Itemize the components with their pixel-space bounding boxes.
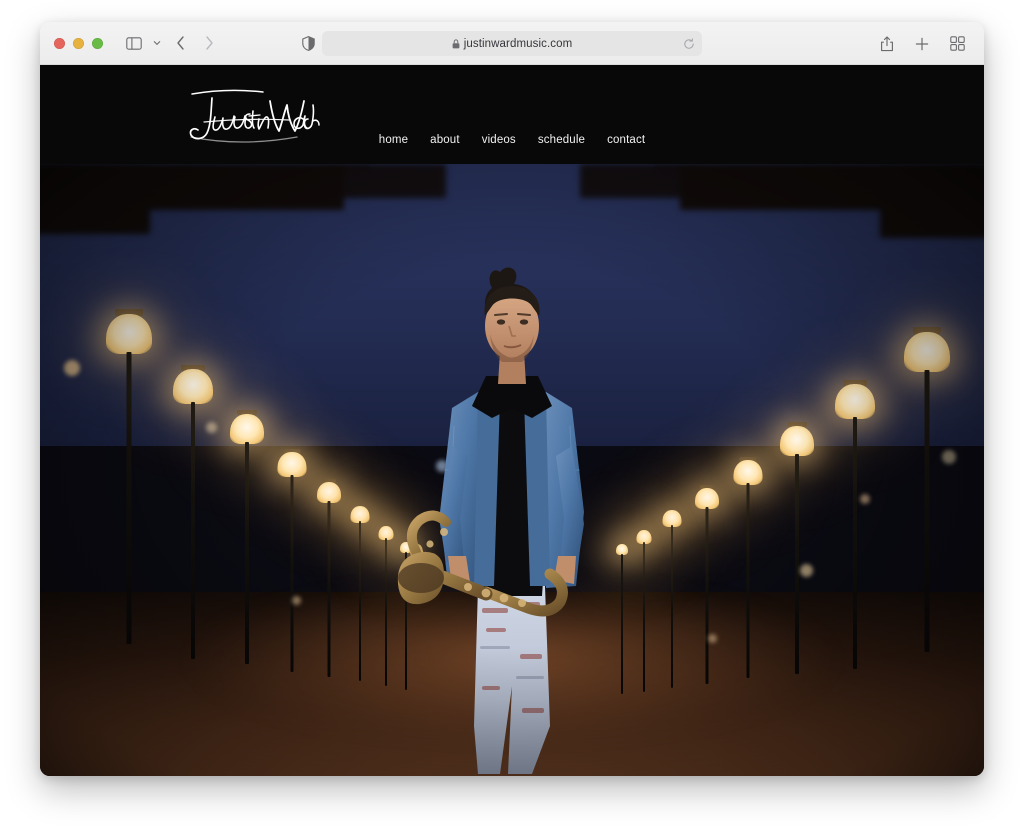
window-controls [54,37,103,49]
page-viewport: Justin Ward [40,65,984,776]
nav-videos[interactable]: videos [482,134,516,146]
new-tab-icon[interactable] [909,32,935,56]
tab-overview-icon[interactable] [944,32,970,56]
close-window-button[interactable] [54,37,65,49]
maximize-window-button[interactable] [92,37,103,49]
lock-icon [452,38,460,49]
nav-schedule[interactable]: schedule [538,134,585,146]
musician-photo-subject [382,256,642,776]
forward-arrow-icon[interactable] [196,31,222,55]
minimize-window-button[interactable] [73,37,84,49]
back-arrow-icon[interactable] [167,31,193,55]
reload-icon[interactable] [683,37,695,50]
share-icon[interactable] [874,32,900,56]
nav-home[interactable]: home [379,134,408,146]
toolbar-right-controls [874,22,970,65]
chevron-down-icon[interactable] [150,31,164,55]
privacy-shield-icon[interactable] [295,31,321,55]
site-header: Justin Ward [40,65,984,164]
site-navigation: home about videos schedule contact [40,134,984,146]
address-bar[interactable]: justinwardmusic.com [322,31,702,56]
address-bar-container: justinwardmusic.com [322,31,702,56]
hero-image [40,164,984,776]
url-text: justinwardmusic.com [463,37,573,50]
address-content: justinwardmusic.com [452,38,573,50]
nav-about[interactable]: about [430,134,460,146]
nav-contact[interactable]: contact [607,134,645,146]
browser-window: justinwardmusic.com home about videos sc… [40,22,984,776]
browser-toolbar: justinwardmusic.com [40,22,984,65]
navigation-controls [121,31,222,55]
sidebar-icon[interactable] [121,31,147,55]
